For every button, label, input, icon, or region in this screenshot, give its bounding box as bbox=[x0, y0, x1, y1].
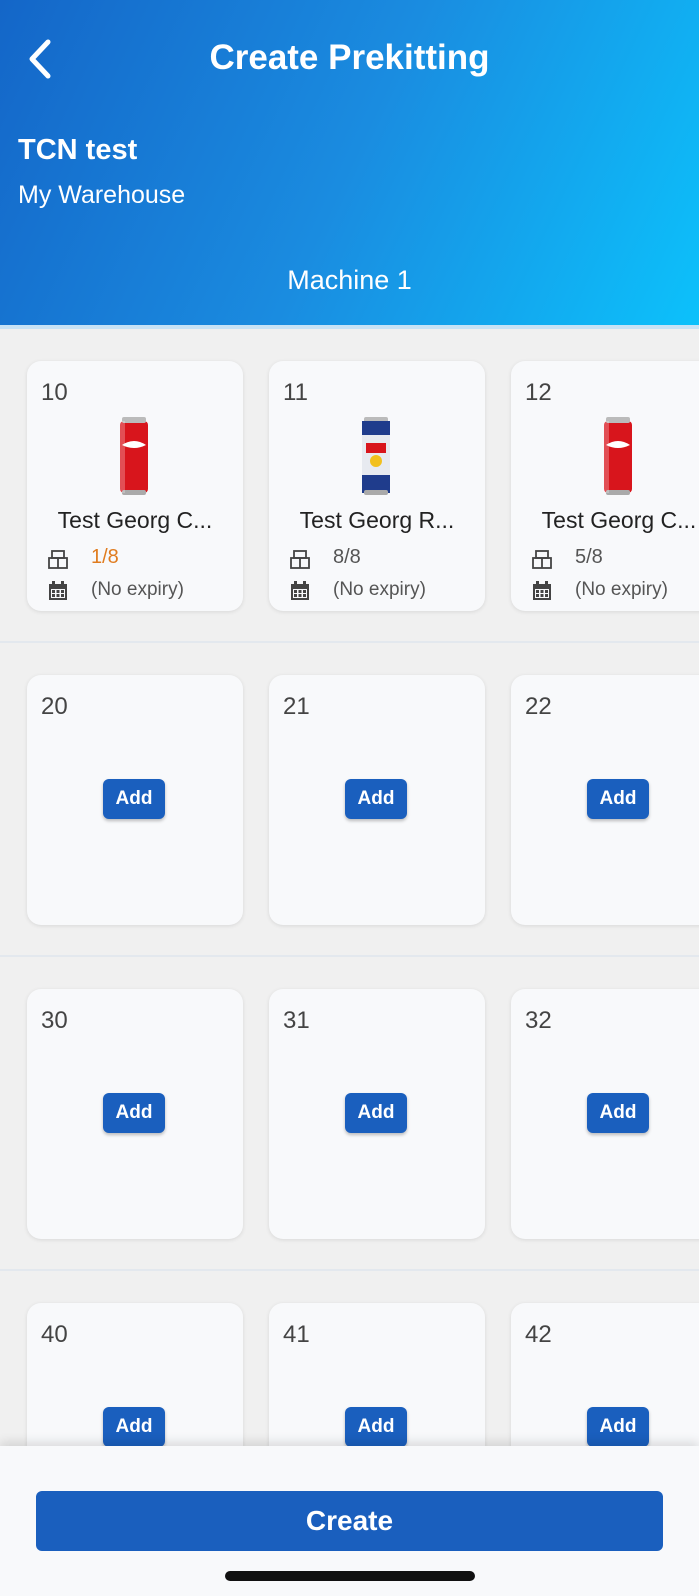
add-product-button[interactable]: Add bbox=[587, 1407, 649, 1447]
box-stack-icon bbox=[48, 550, 68, 569]
empty-slot-card: 32 Add bbox=[511, 989, 699, 1239]
calendar-icon bbox=[291, 581, 309, 600]
coca-cola-can-icon bbox=[604, 417, 632, 495]
red-bull-can-icon bbox=[362, 417, 390, 495]
slot-row: 30 Add 31 Add 32 Add bbox=[0, 957, 699, 1271]
expiry-text: (No expiry) bbox=[91, 579, 184, 600]
slot-number: 10 bbox=[41, 379, 68, 406]
slot-number: 40 bbox=[41, 1321, 68, 1348]
empty-slot-card: 21 Add bbox=[269, 675, 485, 925]
slot-number: 11 bbox=[283, 379, 308, 406]
product-name: Test Georg R... bbox=[299, 507, 455, 533]
home-indicator bbox=[225, 1571, 475, 1581]
stock-count: 8/8 bbox=[333, 546, 361, 568]
add-product-button[interactable]: Add bbox=[345, 779, 407, 819]
expiry-text: (No expiry) bbox=[333, 579, 426, 600]
product-name: Test Georg C... bbox=[57, 507, 213, 533]
empty-slot-card: 31 Add bbox=[269, 989, 485, 1239]
slot-number: 30 bbox=[41, 1007, 68, 1034]
slot-number: 42 bbox=[525, 1321, 552, 1348]
calendar-icon bbox=[49, 581, 67, 600]
empty-slot-card: 30 Add bbox=[27, 989, 243, 1239]
box-stack-icon bbox=[290, 550, 310, 569]
slot-number: 20 bbox=[41, 693, 68, 720]
add-product-button[interactable]: Add bbox=[587, 1093, 649, 1133]
page-title: Create Prekitting bbox=[209, 38, 490, 77]
create-button[interactable]: Create bbox=[36, 1491, 663, 1551]
slot-card[interactable]: 10 Test Georg C... 1/8 (No expiry) bbox=[27, 361, 243, 611]
add-product-button[interactable]: Add bbox=[587, 779, 649, 819]
empty-slot-card: 20 Add bbox=[27, 675, 243, 925]
slot-number: 21 bbox=[283, 693, 310, 720]
slot-number: 31 bbox=[283, 1007, 310, 1034]
coca-cola-can-icon bbox=[120, 417, 148, 495]
site-name: TCN test bbox=[18, 134, 138, 166]
calendar-icon bbox=[533, 581, 551, 600]
slot-number: 12 bbox=[525, 379, 552, 406]
add-product-button[interactable]: Add bbox=[103, 779, 165, 819]
slot-number: 32 bbox=[525, 1007, 552, 1034]
slot-row: 20 Add 21 Add 22 Add bbox=[0, 643, 699, 957]
stock-count: 5/8 bbox=[575, 546, 603, 568]
empty-slot-card: 22 Add bbox=[511, 675, 699, 925]
slot-card[interactable]: 12 Test Georg C... 5/8 (No expiry) bbox=[511, 361, 699, 611]
footer: Create bbox=[0, 1446, 699, 1596]
header: Create Prekitting TCN test My Warehouse … bbox=[0, 0, 699, 329]
stock-count: 1/8 bbox=[91, 546, 119, 568]
machine-name: Machine 1 bbox=[287, 265, 412, 295]
product-name: Test Georg C... bbox=[541, 507, 697, 533]
slot-number: 22 bbox=[525, 693, 552, 720]
warehouse-name: My Warehouse bbox=[18, 181, 186, 209]
expiry-text: (No expiry) bbox=[575, 579, 668, 600]
add-product-button[interactable]: Add bbox=[103, 1407, 165, 1447]
add-product-button[interactable]: Add bbox=[345, 1093, 407, 1133]
slot-number: 41 bbox=[283, 1321, 310, 1348]
box-stack-icon bbox=[532, 550, 552, 569]
add-product-button[interactable]: Add bbox=[103, 1093, 165, 1133]
slot-card[interactable]: 11 Test Georg R... 8/8 (No expiry) bbox=[269, 361, 485, 611]
slot-row: 10 Test Georg C... 1/8 (No expiry) 11 Te… bbox=[0, 329, 699, 643]
add-product-button[interactable]: Add bbox=[345, 1407, 407, 1447]
